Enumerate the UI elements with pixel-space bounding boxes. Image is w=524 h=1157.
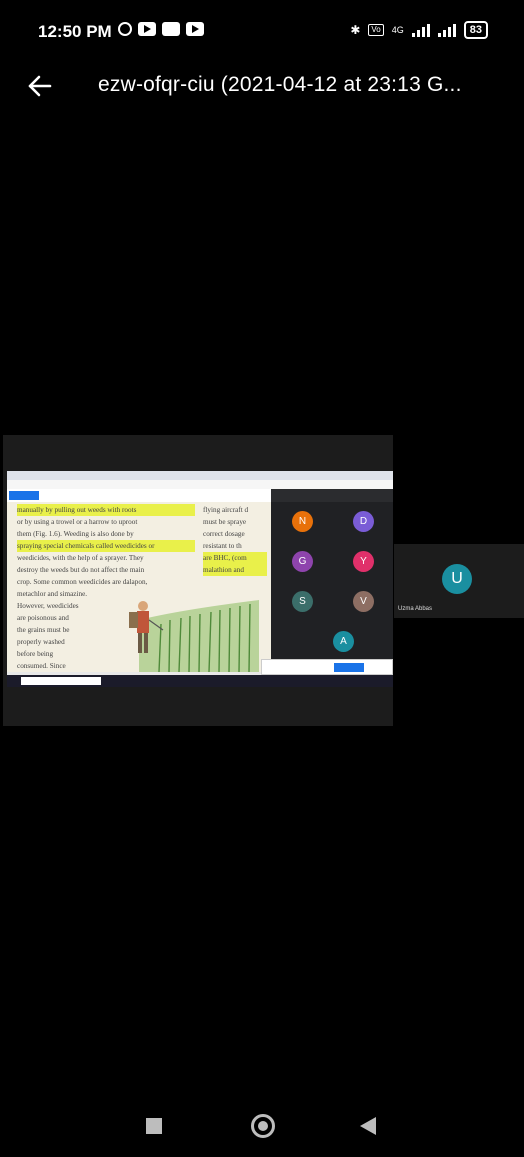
text-line: manually by pulling out weeds with roots — [17, 504, 195, 516]
farmer-spraying-illustration — [99, 590, 259, 672]
participant-avatar: G — [292, 551, 313, 572]
alarm-icon — [118, 22, 132, 36]
text-column-2: flying aircraft d must be spraye correct… — [203, 504, 267, 576]
stop-sharing-chip — [334, 663, 364, 672]
text-line: them (Fig. 1.6). Weeding is also done by — [17, 530, 134, 538]
viewer-chip — [9, 491, 39, 500]
bluetooth-icon: ✱ — [350, 23, 361, 37]
network-type: 4G — [391, 25, 404, 35]
text-line: or by using a trowel or a harrow to upro… — [17, 518, 138, 526]
notification-icons — [118, 22, 204, 36]
participant-avatar: V — [353, 591, 374, 612]
system-navigation-bar — [0, 1100, 524, 1157]
participant-avatar: Y — [353, 551, 374, 572]
participant-avatar: S — [292, 591, 313, 612]
shared-screen: manually by pulling out weeds with roots… — [7, 471, 393, 687]
battery-icon: 83 — [463, 21, 488, 39]
text-line: flying aircraft d — [203, 506, 249, 514]
participant-name: Uzma Abbas — [398, 606, 433, 612]
browser-tab-strip — [7, 471, 393, 480]
text-line: crop. Some common weedicides are dalapon… — [17, 578, 148, 586]
battery-level: 83 — [469, 24, 482, 36]
participant-tile: U Uzma Abbas — [394, 544, 524, 618]
text-line: malathion and — [203, 564, 267, 576]
text-line: must be spraye — [203, 518, 247, 526]
status-time: 12:50 PM — [38, 22, 112, 41]
text-line: are BHC, (com — [203, 552, 267, 564]
back-icon[interactable] — [360, 1117, 376, 1135]
textbook-page: manually by pulling out weeds with roots… — [7, 502, 271, 672]
meet-participant-grid: N D G Y S V A — [271, 489, 393, 659]
text-line: correct dosage — [203, 530, 245, 538]
participant-avatar: N — [292, 511, 313, 532]
text-line: resistant to th — [203, 542, 242, 550]
video-title: ezw-ofqr-ciu (2021-04-12 at 23:13 G... — [98, 73, 462, 96]
volte-icon: Vo — [368, 24, 384, 36]
youtube-icon — [138, 22, 156, 36]
participant-avatar: A — [333, 631, 354, 652]
youtube-icon-2 — [186, 22, 204, 36]
windows-taskbar — [7, 675, 393, 687]
screen-share-notification — [261, 659, 393, 675]
signal-icon-2 — [437, 23, 456, 37]
participant-avatar: D — [353, 511, 374, 532]
text-line: spraying special chemicals called weedic… — [17, 540, 195, 552]
home-icon[interactable] — [251, 1114, 275, 1138]
classroom-icon — [162, 22, 180, 36]
participant-avatar-large: U — [442, 564, 472, 594]
taskbar-search — [21, 677, 101, 685]
browser-address-bar — [7, 480, 393, 489]
system-status: ✱ Vo 4G 83 — [350, 21, 488, 39]
photo-viewer-toolbar — [7, 489, 271, 503]
text-line: weedicides, with the help of a sprayer. … — [17, 554, 144, 562]
back-arrow-icon[interactable] — [26, 72, 54, 100]
status-bar: 12:50 PM ✱ Vo 4G 83 — [0, 0, 524, 64]
signal-icon — [411, 23, 430, 37]
meet-top-controls — [271, 489, 393, 502]
recents-icon[interactable] — [146, 1118, 162, 1134]
video-player[interactable]: manually by pulling out weeds with roots… — [3, 435, 393, 726]
text-line: destroy the weeds but do not affect the … — [17, 566, 145, 574]
top-app-bar: ezw-ofqr-ciu (2021-04-12 at 23:13 G... — [0, 60, 524, 110]
